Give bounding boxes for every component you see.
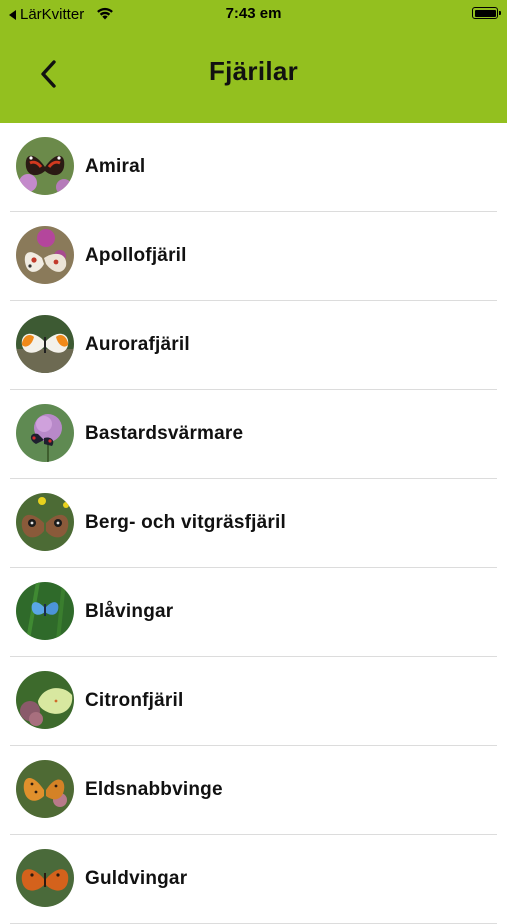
item-label: Citronfjäril [85,690,184,711]
item-label: Amiral [85,156,146,177]
butterfly-thumbnail-icon [16,226,74,284]
butterfly-thumbnail-icon [16,671,74,729]
list-item[interactable]: Berg- och vitgräsfjäril [0,479,507,568]
butterfly-thumbnail-icon [16,760,74,818]
item-label: Guldvingar [85,868,188,889]
status-time: 7:43 em [225,5,282,22]
butterfly-thumbnail-icon [16,493,74,551]
butterfly-thumbnail-icon [16,404,74,462]
item-label: Aurorafjäril [85,334,190,355]
butterfly-thumbnail-icon [16,315,74,373]
nav-header: LärKvitter 7:43 em Fjärilar [0,0,507,123]
item-label: Blåvingar [85,601,174,622]
list-item[interactable]: Aurorafjäril [0,301,507,390]
battery-icon [472,7,501,19]
item-label: Eldsnabbvinge [85,779,223,800]
list-item[interactable]: Blåvingar [0,568,507,657]
status-bar: LärKvitter 7:43 em [0,0,507,28]
butterfly-list: Amiral Apollofjäril Aurorafjäril Bastard… [0,123,507,924]
list-item[interactable]: Bastardsvärmare [0,390,507,479]
butterfly-thumbnail-icon [16,849,74,907]
page-title: Fjärilar [208,56,299,86]
item-label: Berg- och vitgräsfjäril [85,512,286,533]
item-label: Bastardsvärmare [85,423,244,444]
list-item[interactable]: Eldsnabbvinge [0,746,507,835]
butterfly-thumbnail-icon [16,582,74,640]
list-item[interactable]: Amiral [0,123,507,212]
list-item[interactable]: Guldvingar [0,835,507,924]
list-item[interactable]: Citronfjäril [0,657,507,746]
butterfly-thumbnail-icon [16,137,74,195]
list-item[interactable]: Apollofjäril [0,212,507,301]
item-label: Apollofjäril [85,245,187,266]
